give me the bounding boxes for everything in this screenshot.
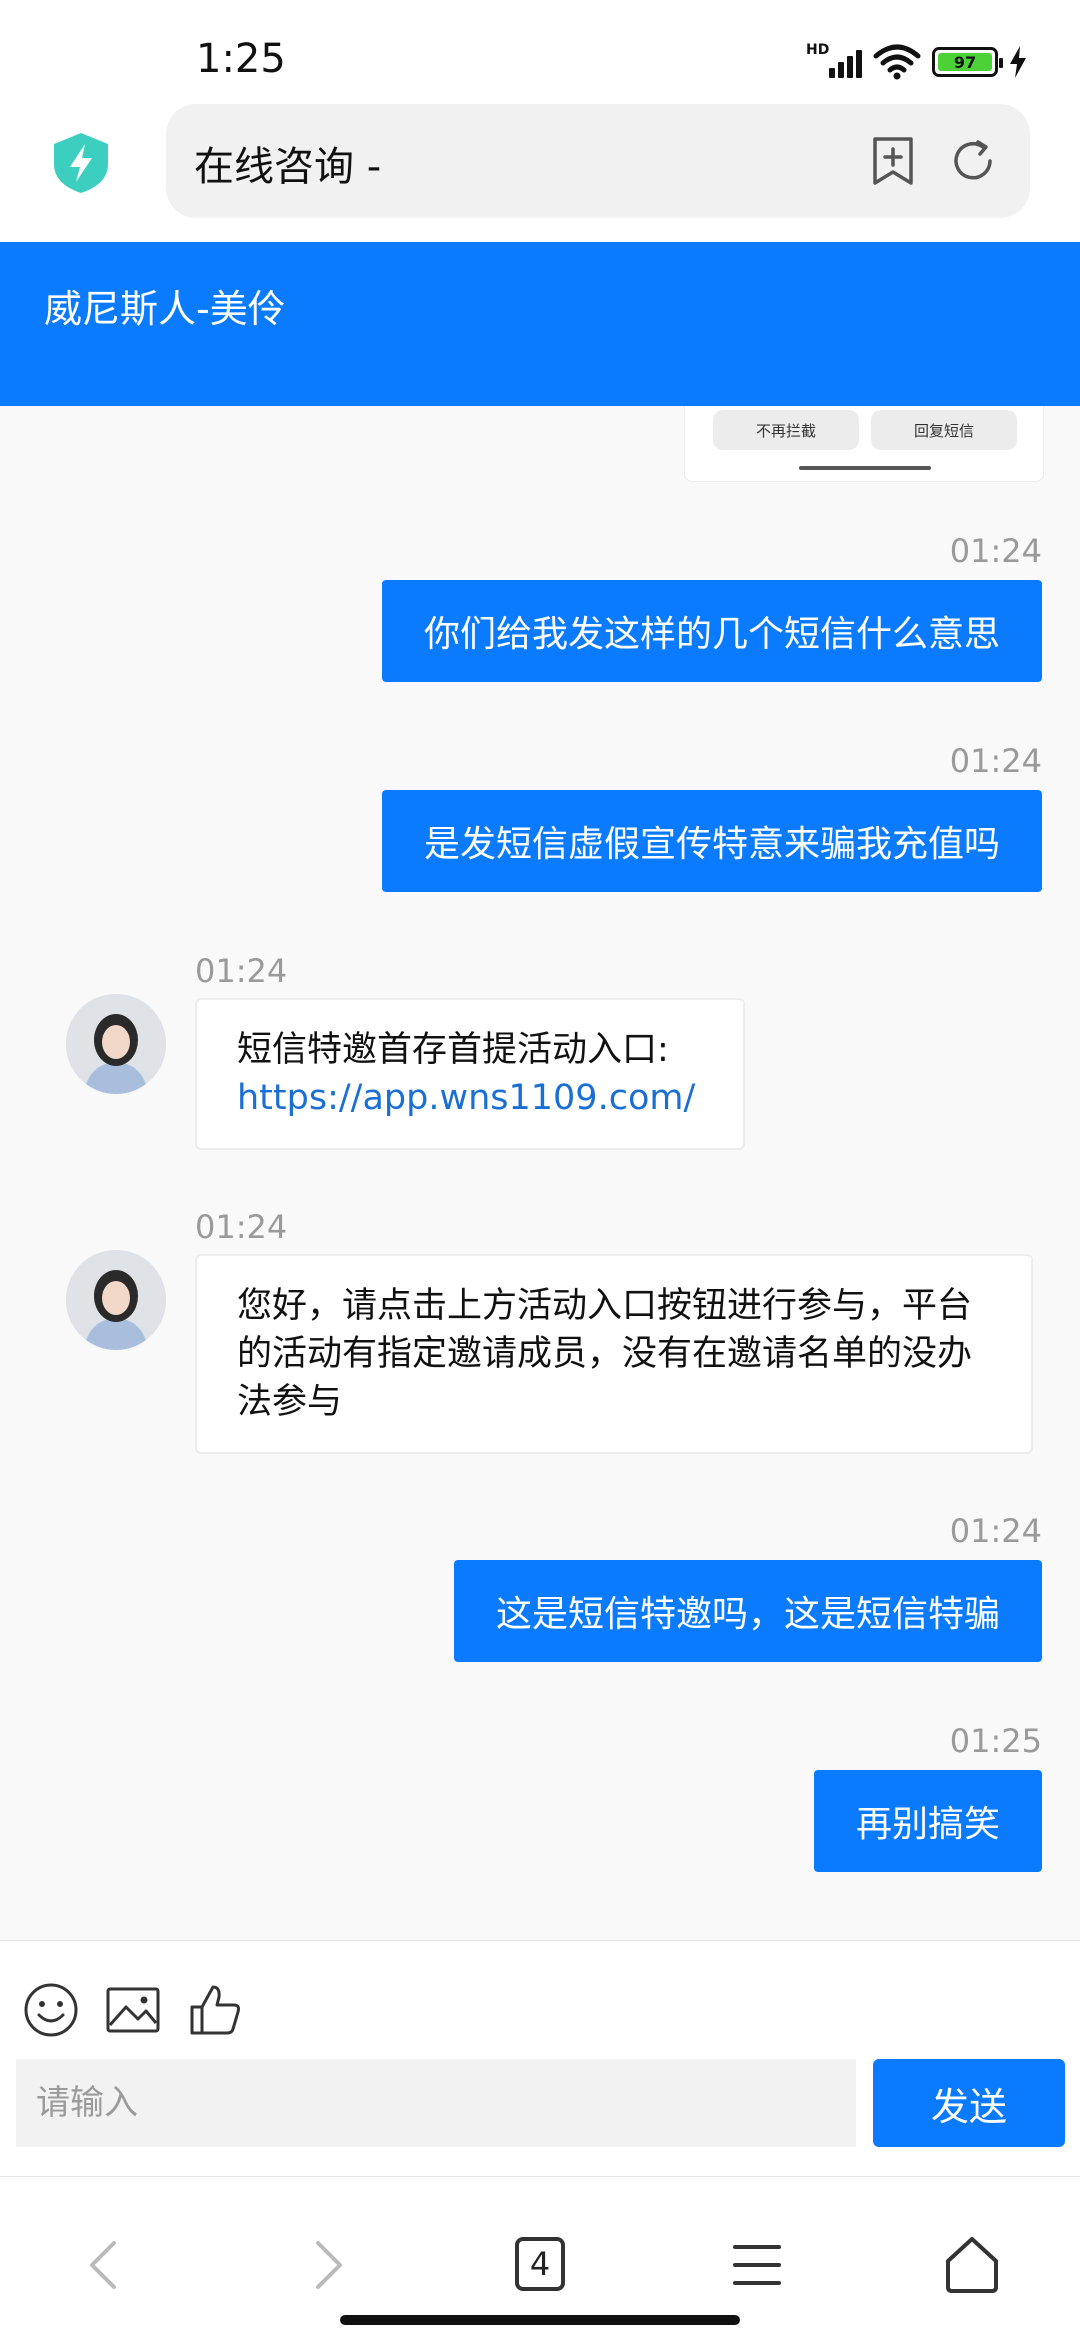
home-indicator xyxy=(340,2315,740,2325)
back-icon[interactable] xyxy=(74,2233,138,2297)
message-time: 01:24 xyxy=(949,742,1042,780)
message-time: 01:24 xyxy=(949,1512,1042,1550)
avatar[interactable] xyxy=(66,994,166,1094)
tabs-button[interactable]: 4 xyxy=(515,2237,565,2291)
shield-icon[interactable] xyxy=(48,130,114,196)
thumbs-up-icon[interactable] xyxy=(186,1981,244,2039)
chat-header: 威尼斯人-美伶 xyxy=(0,242,1080,406)
browser-bottom-nav: 4 xyxy=(0,2176,1080,2340)
url-text: 在线咨询 - xyxy=(194,144,382,190)
message-time: 01:24 xyxy=(195,1208,288,1246)
message-time: 01:24 xyxy=(949,532,1042,570)
chat-title: 威尼斯人-美伶 xyxy=(44,287,286,331)
browser-address-bar: 在线咨询 - xyxy=(0,100,1080,242)
outgoing-message: 是发短信虚假宣传特意来骗我充值吗 xyxy=(381,790,1042,892)
reply-sms-button: 回复短信 xyxy=(871,410,1017,450)
chat-messages[interactable]: 不再拦截 回复短信 01:24 你们给我发这样的几个短信什么意思 01:24 是… xyxy=(0,406,1080,1940)
message-input[interactable] xyxy=(16,2059,856,2147)
refresh-icon[interactable] xyxy=(946,134,1000,188)
charging-icon xyxy=(1010,46,1026,78)
battery-icon: 97 xyxy=(932,47,1003,77)
block-button: 不再拦截 xyxy=(713,410,859,450)
battery-level: 97 xyxy=(938,53,992,72)
home-icon[interactable] xyxy=(940,2233,1004,2297)
send-button[interactable]: 发送 xyxy=(873,2059,1065,2147)
incoming-message: 您好，请点击上方活动入口按钮进行参与，平台的活动有指定邀请成员，没有在邀请名单的… xyxy=(195,1254,1033,1454)
status-icons: HD 97 xyxy=(806,42,1028,80)
url-field[interactable]: 在线咨询 - xyxy=(166,104,1030,218)
avatar[interactable] xyxy=(66,1250,166,1350)
message-time: 01:25 xyxy=(949,1722,1042,1760)
chat-input-area: 发送 xyxy=(0,1940,1080,2176)
emoji-icon[interactable] xyxy=(22,1981,80,2039)
wifi-icon xyxy=(873,44,921,80)
avatar-image xyxy=(66,1250,166,1350)
previous-image-card: 不再拦截 回复短信 xyxy=(684,406,1044,482)
bookmark-add-icon[interactable] xyxy=(866,134,920,188)
avatar-image xyxy=(66,994,166,1094)
menu-icon[interactable] xyxy=(725,2233,789,2297)
image-icon[interactable] xyxy=(104,1981,162,2039)
outgoing-message: 你们给我发这样的几个短信什么意思 xyxy=(381,580,1042,682)
outgoing-message: 这是短信特邀吗，这是短信特骗 xyxy=(453,1560,1042,1662)
status-bar: 1:25 HD 97 xyxy=(0,0,1080,100)
network-label: HD xyxy=(806,42,830,58)
cellular-signal-icon: HD xyxy=(806,42,862,80)
activity-link[interactable]: https://app.wns1109.com/ xyxy=(237,1074,703,1122)
message-time: 01:24 xyxy=(195,952,288,990)
status-time: 1:25 xyxy=(196,36,286,82)
forward-icon[interactable] xyxy=(294,2233,358,2297)
outgoing-message: 再别搞笑 xyxy=(813,1770,1042,1872)
message-text: 短信特邀首存首提活动入口: xyxy=(237,1030,669,1070)
incoming-message: 短信特邀首存首提活动入口: https://app.wns1109.com/ xyxy=(195,998,745,1150)
